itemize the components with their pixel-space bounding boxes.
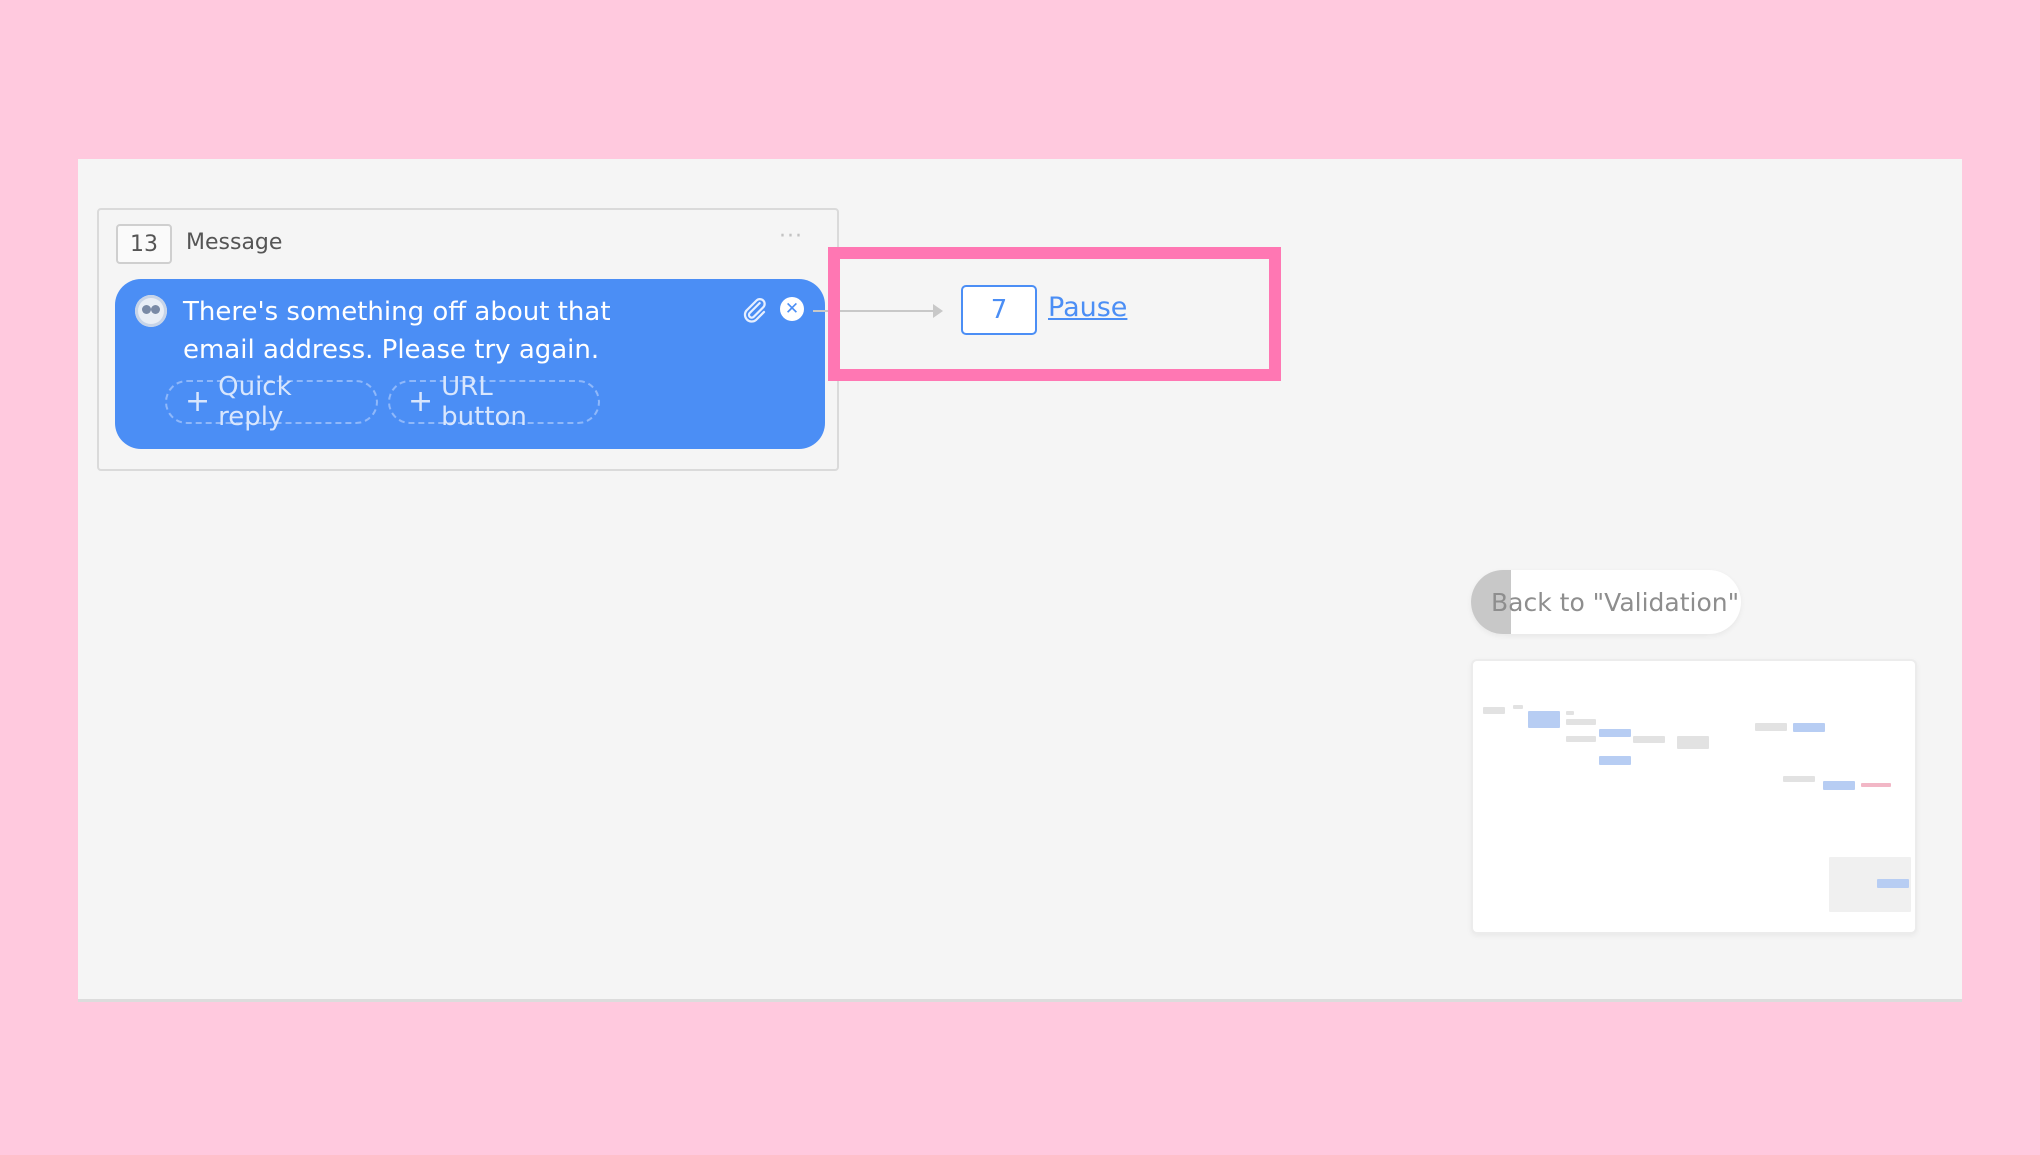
more-horizontal-icon[interactable]: ··· bbox=[779, 224, 803, 249]
minimap-node bbox=[1528, 711, 1560, 728]
message-bubble[interactable]: There's something off about that email a… bbox=[115, 279, 825, 449]
back-button-label: Back to "Validation" bbox=[1491, 587, 1740, 617]
minimap[interactable] bbox=[1471, 659, 1917, 934]
add-quick-reply-button[interactable]: + Quick reply bbox=[165, 372, 378, 432]
paperclip-icon[interactable] bbox=[739, 295, 769, 325]
minimap-node bbox=[1513, 705, 1523, 709]
minimap-node bbox=[1599, 729, 1631, 737]
minimap-node bbox=[1566, 711, 1574, 715]
target-node-id-badge[interactable]: 7 bbox=[961, 285, 1037, 335]
minimap-node bbox=[1633, 736, 1665, 743]
minimap-node bbox=[1677, 736, 1709, 749]
node-type-label: Message bbox=[186, 230, 283, 255]
minimap-node bbox=[1566, 719, 1596, 725]
message-text[interactable]: There's something off about that email a… bbox=[183, 293, 683, 369]
back-to-validation-button[interactable]: Back to "Validation" bbox=[1471, 570, 1741, 634]
minimap-node bbox=[1823, 781, 1855, 790]
minimap-node bbox=[1877, 879, 1909, 888]
plus-icon: + bbox=[185, 384, 211, 419]
plus-icon: + bbox=[408, 384, 434, 419]
minimap-node bbox=[1755, 723, 1787, 731]
node-id-badge: 13 bbox=[116, 224, 172, 264]
minimap-node bbox=[1566, 736, 1596, 742]
minimap-node bbox=[1599, 756, 1631, 765]
minimap-node bbox=[1783, 776, 1815, 782]
minimap-node bbox=[1793, 723, 1825, 732]
close-circle-icon[interactable]: ✕ bbox=[780, 297, 804, 321]
target-node-link[interactable]: Pause bbox=[1048, 292, 1127, 323]
message-node-card[interactable]: 13 Message ··· There's something off abo… bbox=[97, 208, 839, 471]
minimap-node bbox=[1861, 783, 1891, 787]
url-button-label: URL button bbox=[441, 372, 527, 432]
flow-canvas[interactable]: 13 Message ··· There's something off abo… bbox=[78, 159, 1962, 1002]
quick-reply-label: Quick reply bbox=[218, 372, 292, 432]
minimap-node bbox=[1483, 707, 1505, 714]
bot-avatar-icon bbox=[135, 295, 167, 327]
add-url-button[interactable]: + URL button bbox=[388, 372, 600, 432]
